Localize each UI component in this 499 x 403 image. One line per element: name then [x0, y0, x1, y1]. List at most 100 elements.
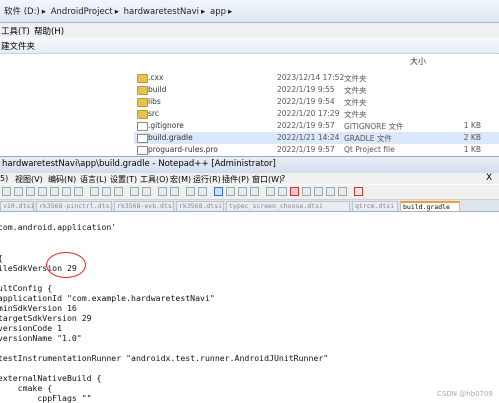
file-date: 2022/1/20 17:29 — [277, 109, 340, 118]
file-type: GITIGNORE 文件 — [344, 122, 404, 131]
code-line: versionName "1.0" — [0, 333, 82, 343]
explorer-toolbar: 建文件夹 — [0, 37, 499, 54]
file-type: GRADLE 文件 — [344, 134, 392, 143]
save-macro-icon[interactable] — [338, 187, 347, 196]
menu-settings[interactable]: 设置(T) — [110, 174, 137, 185]
menu-help[interactable]: 帮助(H) — [34, 25, 64, 37]
breadcrumb-item[interactable]: hardwaretestNavi — [124, 7, 199, 17]
tab-v10-dtsi[interactable]: v10.dtsi — [0, 201, 34, 211]
code-line: ultConfig { — [0, 283, 53, 293]
redo-icon[interactable] — [142, 187, 151, 196]
sync-scroll-icon[interactable] — [214, 187, 223, 196]
find-icon[interactable] — [158, 187, 167, 196]
file-icon — [137, 146, 148, 155]
close-file-icon[interactable] — [50, 187, 59, 196]
menu-run[interactable]: 运行(R) — [193, 174, 221, 185]
menu-tools[interactable]: 工具(O) — [140, 174, 169, 185]
code-line: { — [0, 253, 3, 263]
stop-macro-icon[interactable] — [302, 187, 311, 196]
file-date: 2022/1/19 9:57 — [277, 121, 335, 130]
menu-item[interactable]: 5) — [0, 174, 8, 183]
folder-icon — [137, 86, 148, 95]
file-list-header — [134, 54, 499, 64]
folder-icon — [137, 110, 148, 119]
code-line: com.android.application' — [0, 222, 117, 232]
open-file-icon[interactable] — [14, 187, 23, 196]
file-name: libs — [148, 97, 161, 106]
zoom-out-icon[interactable] — [198, 187, 207, 196]
tab-rk3568-evb[interactable]: rk3568-evb.dtsi — [114, 201, 174, 211]
record-macro-icon[interactable] — [290, 187, 299, 196]
file-name: build.gradle — [148, 133, 193, 142]
file-date: 2022/1/19 9:55 — [277, 85, 335, 94]
annotation-circle — [46, 252, 86, 278]
code-line: cmake { — [17, 383, 53, 393]
tab-build-gradle[interactable]: build.gradle — [400, 201, 460, 211]
file-date: 2022/1/19 9:54 — [277, 97, 335, 106]
show-all-chars-icon[interactable] — [238, 187, 247, 196]
file-row-selected[interactable]: build.gradle 2022/1/21 14:24 GRADLE 文件 2… — [134, 132, 499, 144]
tab-rk3568-pinctrl[interactable]: rk3568-pinctrl.dtsi — [36, 201, 112, 211]
menu-macro[interactable]: 宏(M) — [170, 174, 191, 185]
file-name: build — [148, 85, 167, 94]
close-icon[interactable]: X — [486, 173, 492, 183]
save-icon[interactable] — [26, 187, 35, 196]
menu-help[interactable]: ? — [281, 174, 285, 183]
folder-icon — [137, 74, 148, 83]
menu-window[interactable]: 窗口(W) — [252, 174, 282, 185]
menu-encoding[interactable]: 编码(N) — [48, 174, 76, 185]
file-date: 2022/1/21 14:24 — [277, 133, 340, 142]
zoom-in-icon[interactable] — [186, 187, 195, 196]
close-all-icon[interactable] — [62, 187, 71, 196]
file-row[interactable]: .gitignore 2022/1/19 9:57 GITIGNORE 文件 1… — [134, 120, 499, 132]
replace-icon[interactable] — [170, 187, 179, 196]
copy-icon[interactable] — [102, 187, 111, 196]
doc-map-icon[interactable] — [266, 187, 275, 196]
tab-bar: v10.dtsi rk3568-pinctrl.dtsi rk3568-evb.… — [0, 200, 499, 212]
save-all-icon[interactable] — [38, 187, 47, 196]
explorer-menubar: 工具(T) 帮助(H) — [0, 23, 499, 37]
breadcrumb-item[interactable]: AndroidProject — [51, 7, 113, 17]
menu-language[interactable]: 语言(L) — [80, 174, 107, 185]
wrap-icon[interactable] — [226, 187, 235, 196]
file-row[interactable]: src 2022/1/20 17:29 文件夹 — [134, 108, 499, 120]
file-size: 2 KB — [463, 133, 481, 142]
npp-toolbar — [0, 185, 499, 200]
breadcrumb-item[interactable]: app — [210, 7, 226, 17]
npp-titlebar[interactable]: hardwaretestNavi\app\build.gradle - Note… — [0, 156, 499, 174]
tab-typec-screen-choose[interactable]: typec_screen_choose.dtsi — [226, 201, 350, 211]
menu-plugins[interactable]: 插件(P) — [222, 174, 249, 185]
spell-check-icon[interactable] — [354, 187, 363, 196]
breadcrumb[interactable]: 软件 (D:) ▸ AndroidProject ▸ hardwaretestNav… — [4, 5, 234, 17]
run-macro-multiple-icon[interactable] — [326, 187, 335, 196]
folder-icon — [137, 98, 148, 107]
file-name: .cxx — [148, 73, 164, 82]
breadcrumb-item[interactable]: 软件 (D:) — [4, 7, 40, 17]
file-name: proguard-rules.pro — [148, 145, 218, 154]
tab-qtrcm[interactable]: qtrcm.dtsi — [352, 201, 398, 211]
code-editor[interactable]: { com.android.application' { ileSdkVersi… — [0, 212, 499, 403]
file-row[interactable]: build 2022/1/19 9:55 文件夹 — [134, 84, 499, 96]
print-icon[interactable] — [74, 187, 83, 196]
address-bar[interactable]: 软件 (D:) ▸ AndroidProject ▸ hardwaretestNav… — [0, 0, 499, 23]
file-row[interactable]: proguard-rules.pro 2022/1/19 9:57 Qt Pro… — [134, 144, 499, 156]
file-row[interactable]: .cxx 2023/12/14 17:52 文件夹 — [134, 72, 499, 84]
new-file-icon[interactable] — [2, 187, 11, 196]
menu-tools[interactable]: 工具(T) — [1, 25, 30, 37]
paste-icon[interactable] — [114, 187, 123, 196]
cut-icon[interactable] — [90, 187, 99, 196]
column-header-size[interactable]: 大小 — [410, 56, 426, 67]
undo-icon[interactable] — [130, 187, 139, 196]
function-list-icon[interactable] — [278, 187, 287, 196]
new-folder-button[interactable]: 建文件夹 — [1, 40, 35, 52]
file-icon — [137, 134, 148, 143]
play-macro-icon[interactable] — [314, 187, 323, 196]
file-size: 1 KB — [463, 121, 481, 130]
file-type: 文件夹 — [344, 74, 367, 83]
menu-view[interactable]: 视图(V) — [15, 174, 43, 185]
indent-guide-icon[interactable] — [250, 187, 259, 196]
file-date: 2023/12/14 17:52 — [277, 73, 345, 82]
file-type: Qt Project file — [344, 145, 395, 154]
file-row[interactable]: libs 2022/1/19 9:54 文件夹 — [134, 96, 499, 108]
tab-rk3568[interactable]: rk3568.dtsi — [176, 201, 224, 211]
